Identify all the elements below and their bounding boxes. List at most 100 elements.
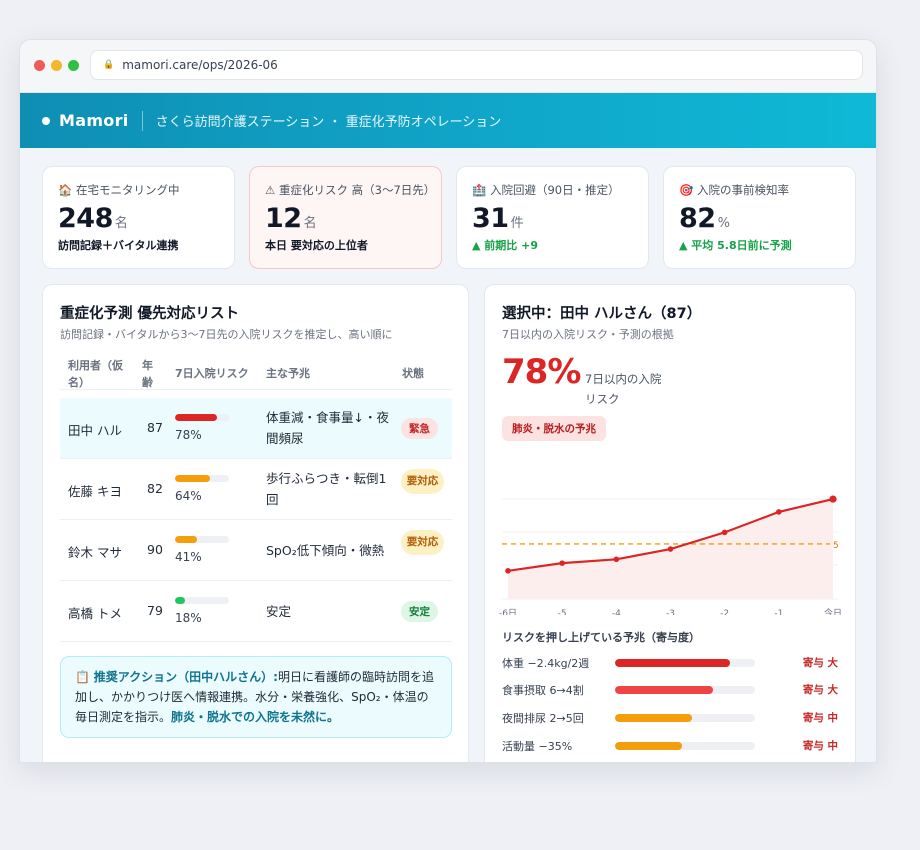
risk-cell: 41% — [175, 536, 229, 564]
data-point — [776, 509, 782, 515]
user-name: 高橋 トメ — [68, 606, 122, 621]
factor-label: 活動量 −35% — [502, 740, 573, 753]
table-row[interactable]: 鈴木 マサ 90 41% SpO₂低下傾向・微熱 要対応 — [60, 520, 452, 581]
kpi-card-detection[interactable]: 🎯 入院の事前検知率 82% ▲ 平均 5.8日前に予測 — [663, 166, 856, 269]
risk-bar-fill — [175, 414, 218, 421]
status-badge: 要対応 — [401, 469, 444, 494]
url-text: mamori.care/ops/2026-06 — [122, 58, 278, 72]
maximize-window-button[interactable] — [68, 60, 79, 71]
factor-level: 寄与 大 — [802, 684, 838, 696]
factor-label: 食事摂取 6→4割 — [502, 684, 584, 697]
close-window-button[interactable] — [34, 60, 45, 71]
main-sign: 歩行ふらつき・転倒1回 — [266, 471, 387, 507]
warning-icon: ⚠ — [265, 183, 276, 197]
factor-bar — [615, 742, 755, 750]
status-badge: 安定 — [401, 601, 438, 622]
factor-bar-fill — [615, 742, 683, 750]
x-tick-label: -3 — [666, 609, 675, 615]
data-point — [667, 546, 674, 552]
factor-label: 体重 −2.4kg/2週 — [502, 657, 590, 670]
factor-row: 夜間排尿 2→5回 寄与 中 — [502, 709, 838, 727]
kpi-row: 🏠 在宅モニタリング中 248 名 訪問記録＋バイタル連携 ⚠ 重症化リスク 高（… — [42, 166, 856, 269]
clipboard-icon: 📋 — [75, 670, 90, 684]
kpi-card-monitoring[interactable]: 🏠 在宅モニタリング中 248 名 訪問記録＋バイタル連携 — [42, 166, 235, 269]
x-tick-label: -4 — [612, 609, 621, 615]
recommended-action-box: 📋 推奨アクション（田中ハルさん）:明日に看護師の臨時訪問を追加し、かかりつけ医… — [60, 656, 452, 738]
factor-level: 寄与 大 — [802, 657, 838, 669]
factor-bar — [615, 686, 755, 694]
x-tick-label: -1 — [774, 609, 783, 615]
kpi-note: ▲ 前期比 +9 — [472, 239, 538, 252]
risk-bar-fill — [175, 597, 185, 604]
kpi-unit: % — [717, 216, 730, 231]
brand-dot-icon — [42, 116, 50, 125]
threshold-label: 5 — [833, 541, 839, 551]
prediction-tag: 肺炎・脱水の予兆 — [502, 416, 606, 441]
main-sign: SpO₂低下傾向・微熱 — [266, 543, 385, 558]
detail-panel: 選択中：田中 ハルさん（87） 7日以内の入院リスク・予測の根拠 78% 7日以… — [484, 284, 856, 762]
address-bar[interactable]: 🔒 mamori.care/ops/2026-06 — [90, 50, 863, 80]
risk-cell: 64% — [175, 475, 229, 503]
kpi-value: 82 — [679, 203, 716, 234]
action-heading: 推奨アクション（田中ハルさん）: — [93, 670, 278, 684]
risk-percent: 18% — [175, 611, 202, 625]
data-point — [505, 568, 511, 574]
kpi-unit: 件 — [510, 216, 524, 231]
user-name: 鈴木 マサ — [68, 545, 122, 560]
detail-subtitle: 7日以内の入院リスク・予測の根拠 — [502, 328, 674, 341]
kpi-note: ▲ 平均 5.8日前に予測 — [679, 239, 792, 252]
factor-bar — [615, 659, 755, 667]
risk-percent: 41% — [175, 550, 202, 564]
browser-chrome: 🔒 mamori.care/ops/2026-06 — [20, 40, 876, 93]
risk-bar-fill — [175, 475, 210, 482]
kpi-value: 31 — [472, 203, 509, 234]
kpi-value: 248 — [58, 203, 113, 234]
main-sign: 安定 — [266, 604, 292, 619]
factor-bar — [615, 714, 755, 722]
minimize-window-button[interactable] — [51, 60, 62, 71]
x-tick-label: -6日 — [499, 608, 517, 615]
data-point — [613, 556, 620, 563]
header-subtitle: さくら訪問介護ステーション ・ 重症化予防オペレーション — [155, 115, 502, 130]
table-row[interactable]: 佐藤 キヨ 82 64% 歩行ふらつき・転倒1回 要対応 — [60, 459, 452, 520]
app-header: Mamori さくら訪問介護ステーション ・ 重症化予防オペレーション — [20, 93, 876, 148]
target-icon: 🎯 — [679, 183, 694, 197]
table-header: 利用者（仮名） 年齢 7日入院リスク 主な予兆 状態 — [60, 349, 452, 390]
user-age: 90 — [147, 542, 163, 557]
factor-level: 寄与 中 — [802, 740, 838, 752]
column-header-name[interactable]: 利用者（仮名） — [68, 357, 130, 391]
risk-cell: 18% — [175, 597, 229, 625]
kpi-note: 本日 要対応の上位者 — [265, 239, 368, 252]
risk-big-label: 7日以内の入院リスク — [585, 372, 662, 406]
factor-bar-fill — [615, 686, 713, 694]
data-point — [721, 529, 728, 536]
kpi-unit: 名 — [303, 216, 317, 231]
factor-row: 体重 −2.4kg/2週 寄与 大 — [502, 654, 838, 672]
browser-window: 🔒 mamori.care/ops/2026-06 Mamori さくら訪問介護… — [19, 39, 877, 763]
kpi-unit: 名 — [114, 216, 128, 231]
x-tick-label: -2 — [720, 609, 729, 615]
detail-title: 選択中：田中 ハルさん（87） — [502, 306, 702, 322]
priority-list-panel: 重症化予測 優先対応リスト 訪問記録・バイタルから3〜7日先の入院リスクを推定し… — [42, 284, 469, 762]
data-point — [829, 495, 837, 503]
column-header-status[interactable]: 状態 — [402, 365, 424, 382]
kpi-card-high-risk[interactable]: ⚠ 重症化リスク 高（3〜7日先） 12 名 本日 要対応の上位者 — [249, 166, 442, 269]
column-header-risk[interactable]: 7日入院リスク — [175, 365, 249, 382]
risk-bar — [175, 414, 229, 421]
table-row[interactable]: 田中 ハル 87 78% 体重減・食事量↓・夜間頻尿 緊急 — [60, 398, 452, 459]
kpi-label: 重症化リスク 高（3〜7日先） — [278, 183, 436, 197]
factor-row: 活動量 −35% 寄与 中 — [502, 737, 838, 755]
table-row[interactable]: 高橋 トメ 79 18% 安定 安定 — [60, 581, 452, 642]
column-header-sign[interactable]: 主な予兆 — [266, 365, 310, 382]
factors-title: リスクを押し上げている予兆（寄与度） — [502, 631, 700, 644]
header-divider — [141, 110, 143, 131]
lock-icon: 🔒 — [103, 60, 115, 70]
user-age: 79 — [147, 603, 163, 618]
risk-bar — [175, 536, 229, 543]
x-tick-label: -5 — [558, 609, 567, 615]
factor-bar-fill — [615, 659, 730, 667]
brand-logo[interactable]: Mamori — [59, 111, 129, 130]
column-header-age[interactable]: 年齢 — [142, 357, 158, 391]
hospital-icon: 🏥 — [472, 183, 487, 197]
kpi-card-avoided[interactable]: 🏥 入院回避（90日・推定） 31 件 ▲ 前期比 +9 — [456, 166, 649, 269]
